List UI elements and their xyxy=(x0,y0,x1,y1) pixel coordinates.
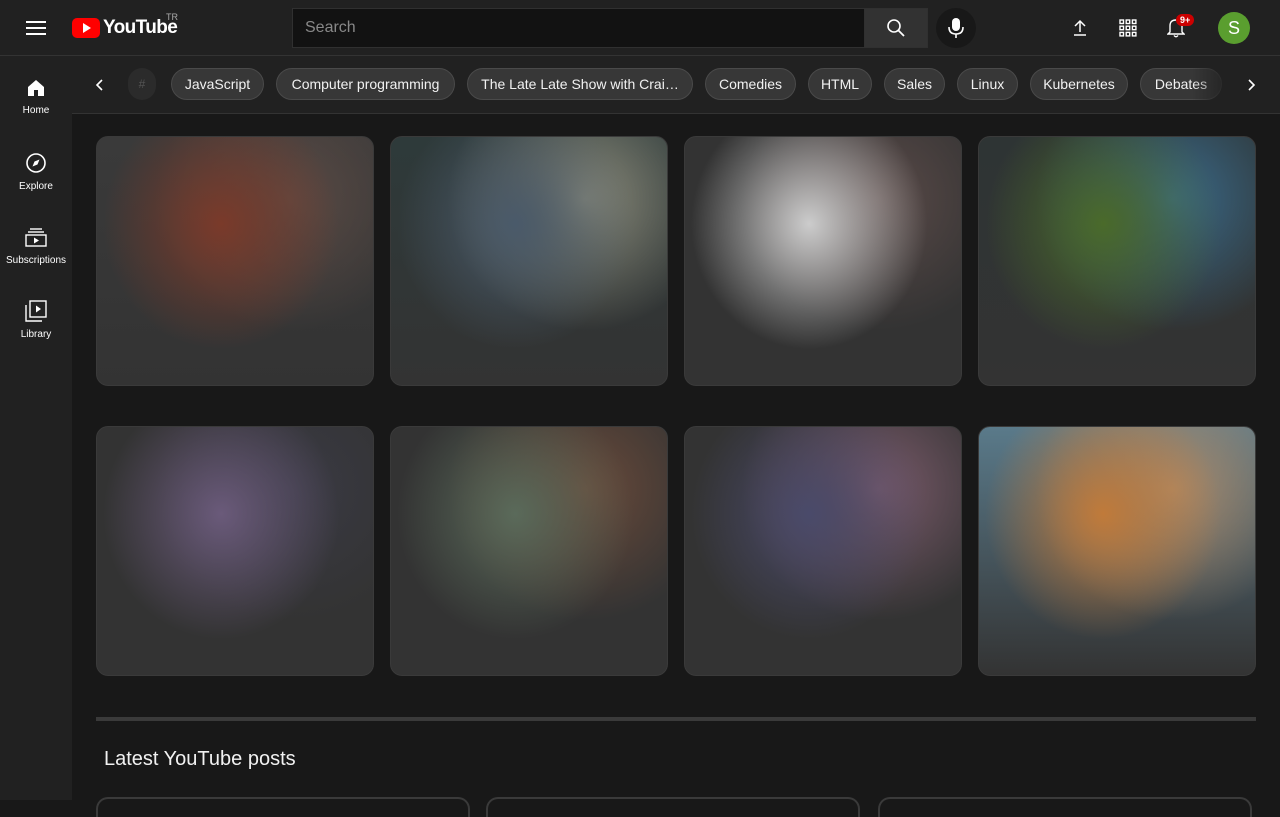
sidebar-item-explore[interactable]: Explore xyxy=(0,130,72,204)
sidebar-item-label: Explore xyxy=(19,181,53,192)
create-button[interactable] xyxy=(1060,8,1100,48)
library-icon xyxy=(25,300,47,322)
sidebar-item-label: Subscriptions xyxy=(5,255,67,266)
video-thumbnail[interactable] xyxy=(684,426,962,676)
chip-scroll-left-button[interactable] xyxy=(80,65,120,105)
chip-sales[interactable]: Sales xyxy=(884,68,945,100)
search-button[interactable] xyxy=(864,8,928,48)
chip-html[interactable]: HTML xyxy=(808,68,872,100)
latest-posts-title: Latest YouTube posts xyxy=(104,748,296,770)
sidebar-item-home[interactable]: Home xyxy=(0,56,72,130)
apps-grid-icon xyxy=(1119,19,1137,37)
chip-bar: # JavaScript Computer programming The La… xyxy=(72,56,1280,114)
upload-icon xyxy=(1074,19,1086,36)
youtube-logo[interactable]: YouTube TR xyxy=(72,12,178,40)
post-card[interactable] xyxy=(486,797,860,817)
sidebar: Home Explore Subscriptions Library xyxy=(0,56,72,800)
chip-linux[interactable]: Linux xyxy=(957,68,1018,100)
chip-javascript[interactable]: JavaScript xyxy=(171,68,264,100)
notification-badge: 9+ xyxy=(1176,14,1195,26)
video-thumbnail[interactable] xyxy=(390,136,668,386)
video-thumbnail[interactable] xyxy=(96,136,374,386)
chip-kubernetes[interactable]: Kubernetes xyxy=(1030,68,1128,100)
chip-comedies[interactable]: Comedies xyxy=(705,68,796,100)
section-divider xyxy=(96,717,1256,721)
search-icon xyxy=(887,19,905,37)
search-input[interactable] xyxy=(292,8,864,48)
youtube-play-logo-icon xyxy=(72,18,100,38)
voice-search-button[interactable] xyxy=(936,8,976,48)
search-bar xyxy=(292,8,928,48)
chip-partial: # xyxy=(128,68,156,100)
video-thumbnail[interactable] xyxy=(390,426,668,676)
sidebar-item-subscriptions[interactable]: Subscriptions xyxy=(0,204,72,278)
video-grid-area: Latest YouTube posts xyxy=(72,114,1280,817)
home-icon xyxy=(28,80,44,96)
video-thumbnail[interactable] xyxy=(978,136,1256,386)
microphone-icon xyxy=(948,18,964,38)
chevron-right-icon xyxy=(1248,79,1256,91)
chip-late-late-show[interactable]: The Late Late Show with Crai… xyxy=(467,68,693,100)
sidebar-item-label: Library xyxy=(20,329,52,340)
avatar[interactable]: S xyxy=(1218,12,1250,44)
video-thumbnail[interactable] xyxy=(96,426,374,676)
notifications-button[interactable]: 9+ xyxy=(1156,8,1196,48)
sidebar-item-label: Home xyxy=(22,105,50,116)
chip-fade xyxy=(1192,56,1232,113)
top-bar: YouTube TR Search 9+ S xyxy=(0,0,1280,56)
post-card[interactable] xyxy=(96,797,470,817)
chip-scroll-right-button[interactable] xyxy=(1231,65,1271,105)
sidebar-item-library[interactable]: Library xyxy=(0,278,72,352)
subscriptions-icon xyxy=(25,228,47,247)
country-code: TR xyxy=(166,12,178,22)
hamburger-menu-icon xyxy=(26,21,46,35)
video-thumbnail[interactable] xyxy=(684,136,962,386)
chevron-left-icon xyxy=(95,79,103,91)
chip-computer-programming[interactable]: Computer programming xyxy=(276,68,455,100)
compass-icon xyxy=(26,153,46,173)
post-card[interactable] xyxy=(878,797,1252,817)
apps-button[interactable] xyxy=(1108,8,1148,48)
video-thumbnail[interactable] xyxy=(978,426,1256,676)
menu-button[interactable] xyxy=(16,8,56,48)
